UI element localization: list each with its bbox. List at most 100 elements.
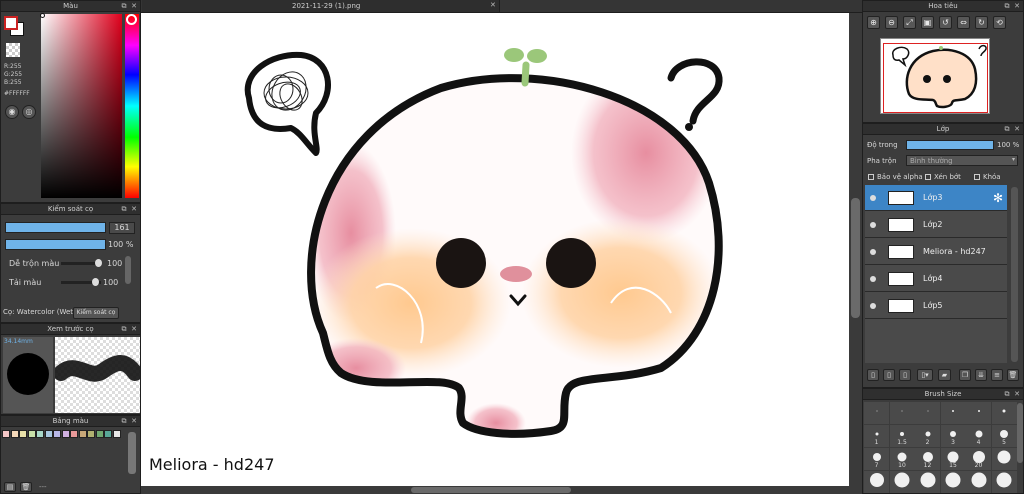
brush-size-preset[interactable]: [940, 402, 966, 424]
brush-size-preset[interactable]: 1: [864, 425, 889, 447]
canvas-vertical-scrollbar[interactable]: [849, 13, 862, 486]
brush-size-slider[interactable]: [5, 222, 106, 233]
layer-item[interactable]: Meliora - hd247: [865, 239, 1007, 265]
layer-item[interactable]: Lớp2: [865, 212, 1007, 238]
brush-size-preset[interactable]: 2: [915, 425, 940, 447]
close-icon[interactable]: ✕: [130, 205, 138, 213]
close-icon[interactable]: ✕: [1013, 125, 1021, 133]
palette-swatch[interactable]: [70, 430, 78, 438]
palette-swatch[interactable]: [87, 430, 95, 438]
palette-swatch[interactable]: [53, 430, 61, 438]
palette-swatch[interactable]: [112, 430, 121, 438]
zoom-out-icon[interactable]: ⊖: [885, 16, 898, 29]
brush-size-preset[interactable]: 7: [864, 448, 889, 470]
close-icon[interactable]: ✕: [1013, 2, 1021, 10]
rotate-right-icon[interactable]: ↻: [975, 16, 988, 29]
close-icon[interactable]: ✕: [130, 417, 138, 425]
palette-scrollbar[interactable]: [128, 432, 136, 474]
brush-size-preset[interactable]: [915, 402, 940, 424]
palette-swatch[interactable]: [104, 430, 112, 438]
zoom-in-icon[interactable]: ⊕: [867, 16, 880, 29]
brush-size-preset[interactable]: [864, 471, 889, 493]
palette-swatch[interactable]: [78, 430, 87, 438]
brush-size-preset[interactable]: 10: [889, 448, 915, 470]
load-slider-thumb[interactable]: [92, 278, 99, 286]
brush-size-preset[interactable]: [991, 448, 1017, 470]
detach-icon[interactable]: ⧉: [120, 205, 128, 213]
navigator-thumbnail[interactable]: [880, 38, 990, 114]
blend-mode-select[interactable]: Bình thường ▾: [906, 155, 1018, 166]
v-scroll-thumb[interactable]: [851, 198, 860, 318]
visibility-eye-icon[interactable]: [870, 195, 876, 201]
brush-size-preset[interactable]: 4: [966, 425, 991, 447]
detach-icon[interactable]: ⧉: [1003, 125, 1011, 133]
saturation-value-picker[interactable]: [41, 14, 122, 198]
brush-size-scrollbar[interactable]: [1017, 403, 1023, 463]
delete-palette-icon[interactable]: 🗑: [20, 482, 32, 492]
brush-size-preset[interactable]: 15: [940, 448, 966, 470]
transparent-color-swatch[interactable]: [6, 43, 20, 57]
palette-icon[interactable]: ◉: [5, 105, 19, 119]
protect-alpha-checkbox[interactable]: [868, 174, 874, 180]
palette-swatch[interactable]: [44, 430, 53, 438]
duplicate-layer-icon[interactable]: ❐: [959, 369, 971, 381]
new-layer-8bit-icon[interactable]: ▯: [883, 369, 895, 381]
color-picker-icon[interactable]: ◎: [22, 105, 36, 119]
merge-layer-icon[interactable]: ⇊: [975, 369, 987, 381]
flip-icon[interactable]: ⇔: [957, 16, 970, 29]
add-palette-icon[interactable]: ▤: [4, 482, 16, 492]
clipping-checkbox[interactable]: [925, 174, 931, 180]
brush-size-preset[interactable]: 12: [915, 448, 940, 470]
layer-item[interactable]: Lớp5: [865, 293, 1007, 319]
folder-icon[interactable]: ▰: [938, 369, 951, 381]
brush-size-preset[interactable]: [940, 471, 966, 493]
close-tab-icon[interactable]: ✕: [490, 1, 496, 9]
layer-opacity-slider[interactable]: [906, 140, 994, 150]
layer-settings-icon[interactable]: ≡: [991, 369, 1003, 381]
gear-icon[interactable]: ✻: [993, 191, 1003, 205]
blend-slider-thumb[interactable]: [95, 259, 102, 267]
foreground-color-swatch[interactable]: [4, 16, 18, 30]
close-icon[interactable]: ✕: [130, 325, 138, 333]
palette-swatch[interactable]: [36, 430, 44, 438]
document-tab[interactable]: 2021-11-29 (1).png: [142, 0, 500, 12]
layer-list-scrollbar[interactable]: [1011, 187, 1018, 362]
fit-screen-icon[interactable]: ⤢: [903, 16, 916, 29]
brush-control-scrollbar[interactable]: [125, 256, 131, 284]
layer-item[interactable]: Lớp4: [865, 266, 1007, 292]
brush-size-preset[interactable]: [966, 471, 991, 493]
navigator-viewport-frame[interactable]: [883, 43, 988, 113]
sv-cursor[interactable]: [40, 13, 45, 18]
brush-size-value[interactable]: 161: [109, 222, 135, 234]
visibility-eye-icon[interactable]: [870, 222, 876, 228]
palette-swatch[interactable]: [61, 430, 70, 438]
close-icon[interactable]: ✕: [130, 2, 138, 10]
brush-size-preset[interactable]: 1.5: [889, 425, 915, 447]
detach-icon[interactable]: ⧉: [120, 2, 128, 10]
palette-swatch[interactable]: [19, 430, 27, 438]
palette-swatch[interactable]: [95, 430, 104, 438]
brush-size-preset[interactable]: [966, 402, 991, 424]
palette-swatch[interactable]: [27, 430, 36, 438]
brush-size-preset[interactable]: [864, 402, 889, 424]
layer-item[interactable]: Lớp3 ✻: [865, 185, 1007, 211]
detach-icon[interactable]: ⧉: [120, 325, 128, 333]
close-icon[interactable]: ✕: [1013, 390, 1021, 398]
brush-opacity-slider[interactable]: [5, 239, 106, 250]
new-layer-1bit-icon[interactable]: ▯: [899, 369, 911, 381]
detach-icon[interactable]: ⧉: [120, 417, 128, 425]
lock-checkbox[interactable]: [974, 174, 980, 180]
brush-size-preset[interactable]: [991, 402, 1017, 424]
detach-icon[interactable]: ⧉: [1003, 2, 1011, 10]
brush-size-preset[interactable]: 20: [966, 448, 991, 470]
brush-control-button[interactable]: Kiểm soát cọ: [73, 307, 119, 319]
visibility-eye-icon[interactable]: [870, 249, 876, 255]
add-layer-menu-icon[interactable]: ▯▾: [917, 369, 933, 381]
brush-size-preset[interactable]: [889, 402, 915, 424]
brush-size-preset[interactable]: 5: [991, 425, 1017, 447]
brush-size-preset[interactable]: [991, 471, 1017, 493]
palette-swatch[interactable]: [10, 430, 19, 438]
delete-layer-icon[interactable]: 🗑: [1007, 369, 1019, 381]
brush-size-preset[interactable]: [889, 471, 915, 493]
reset-view-icon[interactable]: ⟲: [993, 16, 1006, 29]
